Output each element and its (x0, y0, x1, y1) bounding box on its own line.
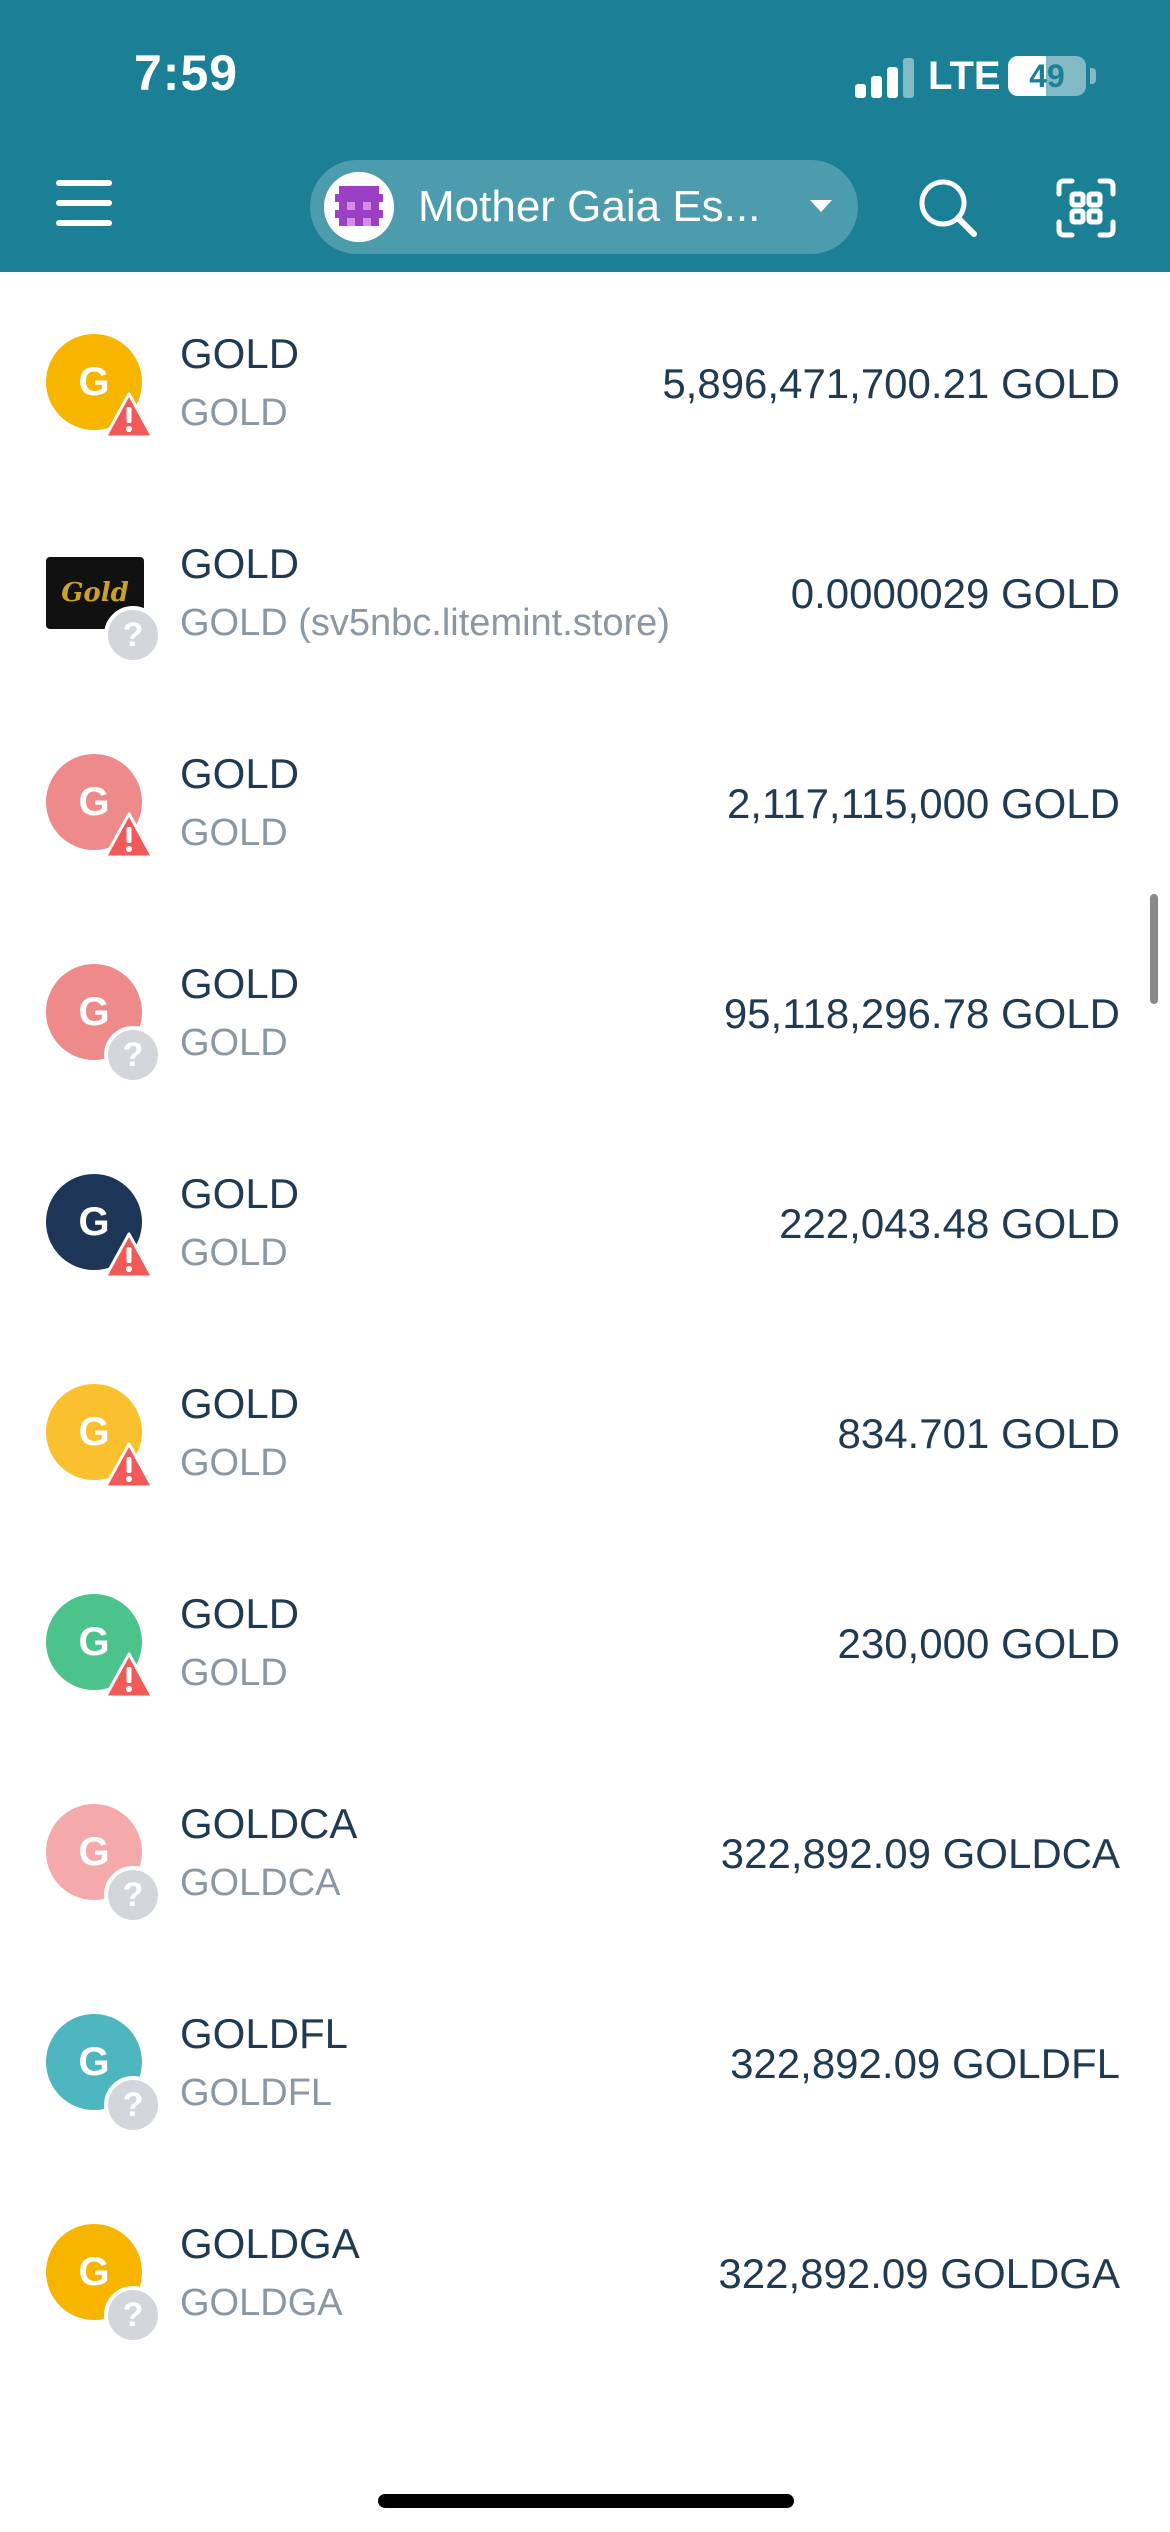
token-name: GOLD (180, 1380, 300, 1427)
unknown-asset-icon: ? (104, 1866, 162, 1924)
token-row[interactable]: G GOLD GOLD 834.701 GOLD (0, 1322, 1170, 1532)
scrollbar[interactable] (1150, 894, 1158, 1004)
unknown-asset-icon: ? (104, 2286, 162, 2344)
token-name: GOLD (180, 1170, 300, 1217)
qr-scan-icon[interactable] (1056, 178, 1116, 238)
token-issuer: GOLD (sv5nbc.litemint.store) (180, 602, 670, 644)
token-balance: 322,892.09 GOLDFL (730, 2040, 1120, 2087)
token-name: GOLDCA (180, 1800, 358, 1847)
token-row[interactable]: G? GOLDGA GOLDGA 322,892.09 GOLDGA (0, 2162, 1170, 2372)
token-issuer: GOLDCA (180, 1862, 341, 1904)
token-issuer: GOLD (180, 812, 288, 854)
token-name: GOLD (180, 1590, 300, 1637)
battery-nub (1090, 68, 1096, 84)
warning-icon (104, 1230, 154, 1280)
battery-icon: 49 (1008, 56, 1086, 96)
token-row[interactable]: G? GOLDFL GOLDFL 322,892.09 GOLDFL (0, 1952, 1170, 2162)
token-balance: 322,892.09 GOLDCA (720, 1830, 1120, 1877)
wallet-avatar-icon (324, 172, 394, 242)
token-issuer: GOLDGA (180, 2282, 343, 2324)
token-issuer: GOLD (180, 392, 288, 434)
token-row[interactable]: G? GOLD GOLD 95,118,296.78 GOLD (0, 902, 1170, 1112)
token-balance: 5,896,471,700.21 GOLD (662, 360, 1120, 407)
home-indicator (378, 2494, 794, 2508)
token-issuer: GOLD (180, 1442, 288, 1484)
token-row[interactable]: G GOLD GOLD 5,896,471,700.21 GOLD (0, 272, 1170, 482)
wallet-name: Mother Gaia Es... (418, 182, 761, 231)
app-header: 7:59 LTE 49 Mother Gaia Es... (0, 0, 1170, 272)
warning-icon (104, 390, 154, 440)
token-issuer: GOLD (180, 1652, 288, 1694)
token-balance: 834.701 GOLD (837, 1410, 1120, 1457)
token-issuer: GOLD (180, 1232, 288, 1274)
token-balance: 230,000 GOLD (837, 1620, 1120, 1667)
token-name: GOLD (180, 750, 300, 797)
warning-icon (104, 1440, 154, 1490)
token-name: GOLD (180, 330, 300, 377)
unknown-asset-icon: ? (104, 606, 162, 664)
token-balance: 2,117,115,000 GOLD (726, 780, 1120, 827)
warning-icon (104, 810, 154, 860)
token-list: G GOLD GOLD 5,896,471,700.21 GOLD Gold? GOLD G… (0, 272, 1170, 2372)
token-name: GOLD (180, 540, 300, 587)
warning-icon (104, 1650, 154, 1700)
token-balance: 0.0000029 GOLD (790, 570, 1120, 617)
token-name: GOLD (180, 960, 300, 1007)
token-balance: 322,892.09 GOLDGA (718, 2250, 1120, 2297)
search-icon[interactable] (916, 176, 980, 240)
chevron-down-icon (810, 200, 832, 212)
token-name: GOLDFL (180, 2010, 349, 2057)
token-row[interactable]: G? GOLDCA GOLDCA 322,892.09 GOLDCA (0, 1742, 1170, 1952)
token-balance: 95,118,296.78 GOLD (723, 990, 1120, 1037)
token-issuer: GOLD (180, 1022, 288, 1064)
wallet-selector[interactable]: Mother Gaia Es... (310, 160, 858, 254)
token-row[interactable]: Gold? GOLD GOLD (sv5nbc.litemint.store) 0.0… (0, 482, 1170, 692)
token-row[interactable]: G GOLD GOLD 222,043.48 GOLD (0, 1112, 1170, 1322)
signal-icon (855, 56, 915, 98)
token-balance: 222,043.48 GOLD (779, 1200, 1120, 1247)
token-row[interactable]: G GOLD GOLD 230,000 GOLD (0, 1532, 1170, 1742)
network-type: LTE (928, 54, 1001, 98)
hamburger-menu-icon[interactable] (56, 176, 112, 230)
unknown-asset-icon: ? (104, 1026, 162, 1084)
token-issuer: GOLDFL (180, 2072, 333, 2114)
token-row[interactable]: G GOLD GOLD 2,117,115,000 GOLD (0, 692, 1170, 902)
battery-level: 49 (1029, 58, 1065, 94)
unknown-asset-icon: ? (104, 2076, 162, 2134)
status-time: 7:59 (134, 45, 239, 101)
token-name: GOLDGA (180, 2220, 360, 2267)
